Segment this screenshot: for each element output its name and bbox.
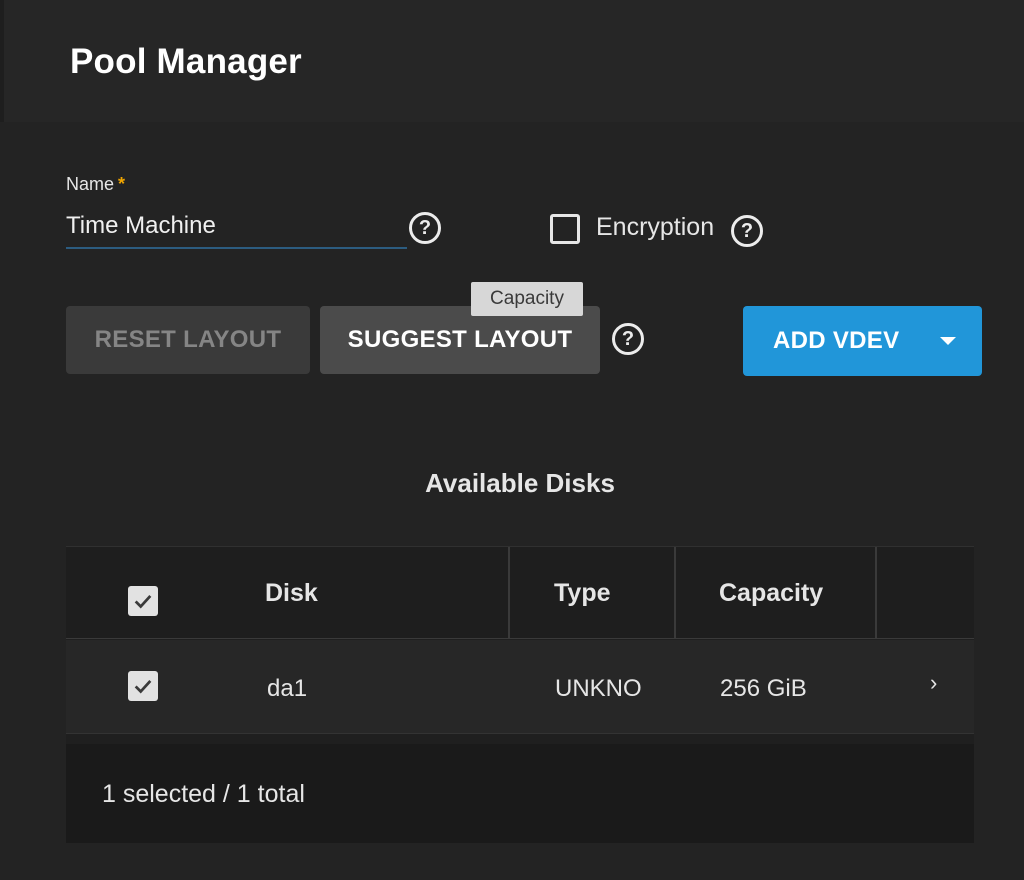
name-field-label: Name *: [66, 174, 125, 195]
help-glyph: ?: [740, 220, 754, 242]
page-title: Pool Manager: [70, 42, 302, 81]
table-footer: 1 selected / 1 total: [66, 744, 974, 843]
name-label-text: Name: [66, 174, 115, 194]
add-vdev-button[interactable]: ADD VDEV: [743, 306, 982, 376]
table-row[interactable]: da1 UNKNO 256 GiB ›: [66, 640, 974, 734]
column-header-capacity[interactable]: Capacity: [719, 579, 823, 608]
check-icon: [134, 595, 152, 609]
available-disks-title: Available Disks: [425, 468, 615, 498]
row-checkbox[interactable]: [128, 671, 158, 701]
encryption-checkbox[interactable]: [550, 214, 580, 244]
name-input[interactable]: [66, 205, 407, 249]
help-glyph: ?: [418, 217, 432, 239]
capacity-tooltip: Capacity: [471, 282, 583, 316]
reset-layout-button[interactable]: RESET LAYOUT: [66, 306, 310, 374]
column-header-disk[interactable]: Disk: [265, 579, 318, 608]
select-all-checkbox[interactable]: [128, 586, 158, 616]
column-divider[interactable]: [674, 547, 676, 639]
layout-help-icon[interactable]: ?: [612, 323, 644, 355]
page-header: Pool Manager: [0, 0, 1024, 122]
cell-disk: da1: [267, 675, 308, 702]
disks-table: Disk Type Capacity da1 UNKNO 256 GiB › 1…: [66, 546, 974, 843]
encryption-label: Encryption: [596, 213, 715, 241]
cell-capacity: 256 GiB: [720, 675, 807, 702]
add-vdev-label: ADD VDEV: [773, 327, 900, 354]
help-glyph: ?: [621, 328, 635, 350]
column-divider[interactable]: [875, 547, 877, 639]
cell-type: UNKNO: [555, 675, 642, 702]
name-help-icon[interactable]: ?: [409, 212, 441, 244]
column-divider[interactable]: [508, 547, 510, 639]
required-marker: *: [118, 174, 126, 194]
pool-manager-page: Pool Manager Name* ? Encryption ? RESET …: [0, 0, 1024, 880]
caret-down-icon[interactable]: [940, 337, 956, 345]
suggest-layout-button[interactable]: SUGGEST LAYOUT: [320, 306, 600, 374]
selection-count: 1 selected / 1 total: [102, 780, 305, 808]
encryption-help-icon[interactable]: ?: [731, 215, 763, 247]
column-header-type[interactable]: Type: [554, 579, 611, 608]
table-header: Disk Type Capacity: [66, 546, 974, 639]
check-icon: [134, 680, 152, 694]
chevron-right-icon[interactable]: ›: [930, 670, 937, 696]
